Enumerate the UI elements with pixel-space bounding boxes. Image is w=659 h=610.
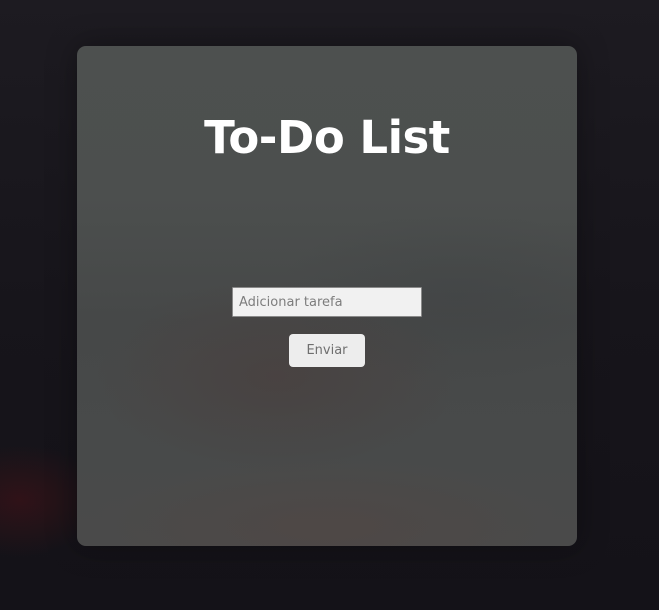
- submit-button[interactable]: Enviar: [289, 334, 365, 367]
- page-title: To-Do List: [204, 111, 450, 164]
- task-input[interactable]: [232, 287, 422, 317]
- page-background: { "app": { "title": "To-Do List" }, "for…: [0, 0, 659, 610]
- todo-card: To-Do List Enviar: [77, 46, 577, 546]
